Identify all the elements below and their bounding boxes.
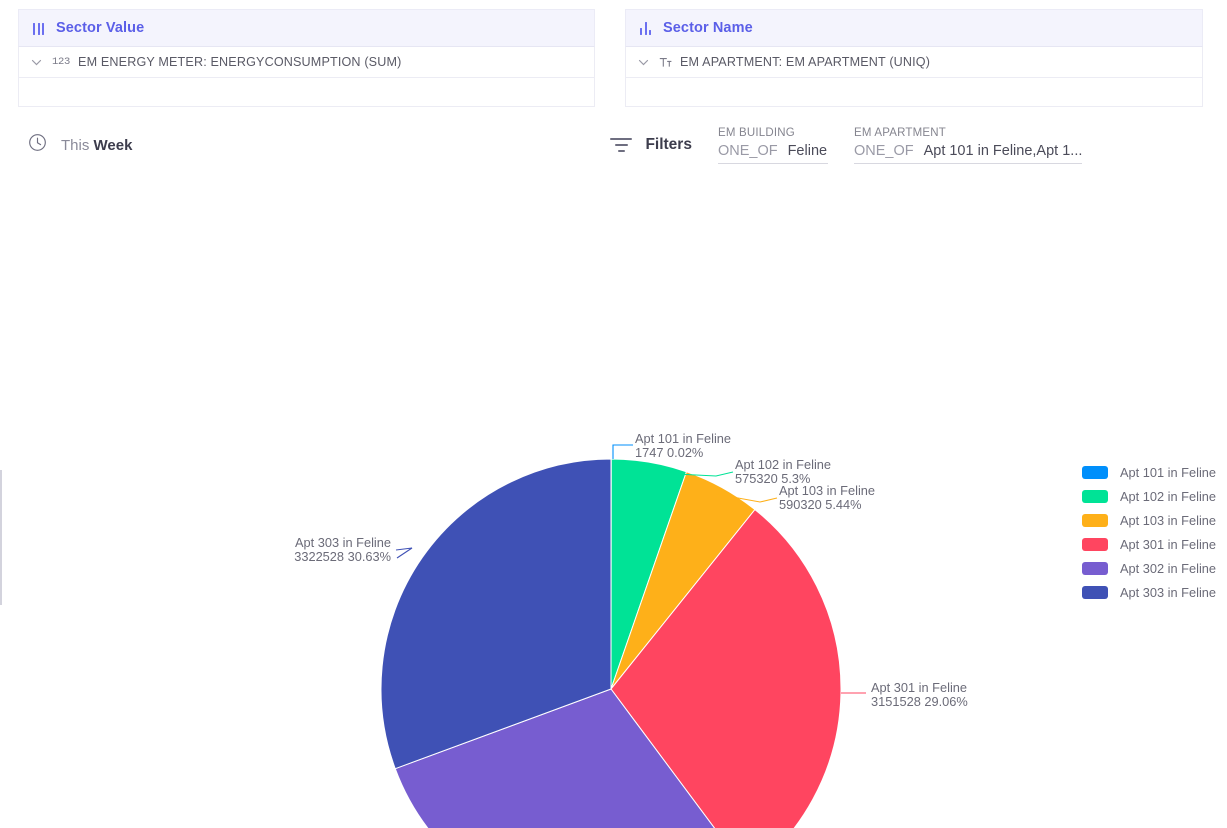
legend-swatch [1082,513,1108,527]
sector-value-title: Sector Value [56,20,145,36]
number-type-icon-label: 123 [52,56,71,68]
legend-label: Apt 303 in Feline [1120,584,1217,600]
legend-swatch [1082,585,1108,599]
slice-label-value: 3322528 30.63% [294,549,391,565]
legend-item[interactable]: Apt 302 in Feline [1082,556,1216,580]
legend-item[interactable]: Apt 103 in Feline [1082,508,1216,532]
bar-chart-equal-icon [33,22,44,35]
slice-label-apt-303: Apt 303 in Feline 3322528 30.63% [191,535,391,565]
filter-operator: ONE_OF [717,142,778,159]
filters-section: Filters EM BUILDING ONE_OF Feline EM APA… [610,126,1083,164]
sector-name-field-label: EM APARTMENT: EM APARTMENT (UNIQ) [680,55,931,69]
chart-toolbar: This Week Filters EM BUILDING ONE_OF Fel… [0,110,1227,180]
sector-value-header: Sector Value [18,9,595,47]
legend-swatch [1082,465,1108,479]
legend-label: Apt 301 in Feline [1120,536,1217,552]
legend-item[interactable]: Apt 101 in Feline [1082,460,1216,484]
filter-value: Feline [787,142,828,159]
leader-line [612,444,633,459]
chevron-down-icon[interactable] [31,57,42,68]
filter-chip-em-building[interactable]: EM BUILDING ONE_OF Feline [717,126,828,164]
legend-swatch [1082,561,1108,575]
chart-legend: Apt 101 in Feline Apt 102 in Feline Apt … [1082,460,1216,604]
sector-name-title: Sector Name [663,20,753,36]
slice-label-name: Apt 301 in Feline [871,680,968,695]
filter-chip-em-apartment[interactable]: EM APARTMENT ONE_OF Apt 101 in Feline,Ap… [853,126,1083,164]
sector-value-panel: Sector Value 123 EM ENERGY METER: ENERGY… [0,0,613,107]
leader-line [395,547,413,559]
legend-label: Apt 102 in Feline [1120,488,1217,504]
field-shelves: Sector Value 123 EM ENERGY METER: ENERGY… [0,0,1227,110]
slice-label-value: 3151528 29.06% [871,694,968,710]
pie-chart-svg[interactable] [0,180,1227,828]
slice-label-name: Apt 102 in Feline [735,457,832,472]
sector-value-field-label: EM ENERGY METER: ENERGYCONSUMPTION (SUM) [78,55,402,69]
filter-funnel-icon[interactable] [610,137,633,153]
time-period-main: Week [93,136,133,154]
slice-label-value: 1747 0.02% [635,445,704,461]
sector-name-dropzone[interactable] [625,78,1203,107]
time-period-prefix: This [61,136,94,154]
sector-name-field-row[interactable]: EM APARTMENT: EM APARTMENT (UNIQ) [625,47,1203,78]
filter-value: Apt 101 in Feline,Apt 1... [923,142,1083,159]
filter-field-name: EM APARTMENT [853,126,947,139]
legend-label: Apt 302 in Feline [1120,560,1217,576]
time-period-selector[interactable]: This Week [28,133,132,157]
legend-swatch [1082,489,1108,503]
legend-item[interactable]: Apt 301 in Feline [1082,532,1216,556]
filters-label: Filters [645,136,692,153]
slice-label-apt-103: Apt 103 in Feline 590320 5.44% [779,483,876,513]
legend-swatch [1082,537,1108,551]
sector-value-dropzone[interactable] [18,78,595,107]
number-type-icon: 123 [52,56,70,68]
legend-item[interactable]: Apt 303 in Feline [1082,580,1216,604]
filter-operator: ONE_OF [853,142,914,159]
chevron-down-icon[interactable] [638,57,649,68]
clock-icon [28,133,47,157]
time-period-label: This Week [61,137,132,154]
filter-field-name: EM BUILDING [717,126,795,139]
sector-value-field-row[interactable]: 123 EM ENERGY METER: ENERGYCONSUMPTION (… [18,47,595,78]
slice-label-value: 590320 5.44% [779,497,862,513]
slice-label-name: Apt 103 in Feline [779,483,876,498]
sector-name-panel: Sector Name EM APARTMENT: EM APARTMENT (… [613,0,1227,107]
slice-label-name: Apt 303 in Feline [294,535,391,550]
bar-chart-varied-icon [640,21,651,35]
legend-item[interactable]: Apt 102 in Feline [1082,484,1216,508]
sector-name-header: Sector Name [625,9,1203,47]
slice-label-apt-101: Apt 101 in Feline 1747 0.02% [635,431,732,461]
pie-slices[interactable] [380,458,842,828]
legend-label: Apt 103 in Feline [1120,512,1217,528]
slice-label-name: Apt 101 in Feline [635,431,732,446]
slice-label-apt-301: Apt 301 in Feline 3151528 29.06% [871,680,968,710]
text-type-icon [659,57,672,68]
legend-label: Apt 101 in Feline [1120,464,1217,480]
pie-chart-area: Apt 101 in Feline 1747 0.02% Apt 102 in … [0,180,1227,828]
